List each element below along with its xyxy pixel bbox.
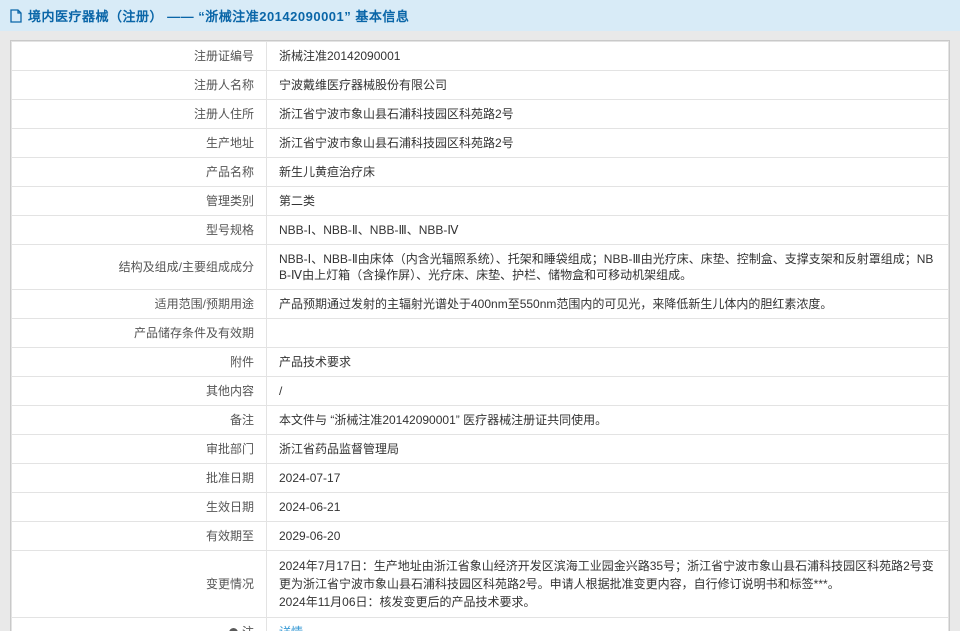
table-row: 变更情况 2024年7月17日：生产地址由浙江省象山经济开发区滨海工业园金兴路3… (11, 550, 949, 618)
row-value: 浙江省宁波市象山县石浦科技园区科苑路2号 (266, 128, 949, 158)
row-value: 详情 (266, 617, 949, 631)
row-label: 结构及组成/主要组成成分 (11, 244, 267, 290)
row-value: 宁波戴维医疗器械股份有限公司 (266, 70, 949, 100)
row-label: 变更情况 (11, 550, 267, 618)
row-label: 适用范围/预期用途 (11, 289, 267, 319)
table-row: 备注 本文件与 “浙械注准20142090001” 医疗器械注册证共同使用。 (11, 405, 949, 435)
table-row: 结构及组成/主要组成成分 NBB-Ⅰ、NBB-Ⅱ由床体（内含光辐照系统）、托架和… (11, 244, 949, 290)
row-label-text: 注 (242, 625, 254, 631)
row-label: 批准日期 (11, 463, 267, 493)
document-icon (10, 8, 22, 23)
row-value: NBB-Ⅰ、NBB-Ⅱ由床体（内含光辐照系统）、托架和睡袋组成；NBB-Ⅲ由光疗… (266, 244, 949, 290)
row-value: 2024年7月17日：生产地址由浙江省象山经济开发区滨海工业园金兴路35号；浙江… (266, 550, 949, 618)
row-label: 备注 (11, 405, 267, 435)
row-label: 生产地址 (11, 128, 267, 158)
table-row: 批准日期 2024-07-17 (11, 463, 949, 493)
row-label: 有效期至 (11, 521, 267, 551)
row-value: 2029-06-20 (266, 521, 949, 551)
row-value: 产品技术要求 (266, 347, 949, 377)
table-row: 管理类别 第二类 (11, 186, 949, 216)
detail-link[interactable]: 详情 (279, 625, 303, 631)
row-value: 浙械注准20142090001 (266, 41, 949, 71)
row-label: 注册人名称 (11, 70, 267, 100)
table-row: 其他内容 / (11, 376, 949, 406)
table-row: 注册证编号 浙械注准20142090001 (11, 41, 949, 71)
page-title: 境内医疗器械（注册） —— “浙械注准20142090001” 基本信息 (28, 9, 410, 24)
change-record-line: 2024年7月17日：生产地址由浙江省象山经济开发区滨海工业园金兴路35号；浙江… (279, 559, 934, 591)
row-label: 产品储存条件及有效期 (11, 318, 267, 348)
info-table: 注册证编号 浙械注准20142090001 注册人名称 宁波戴维医疗器械股份有限… (11, 41, 949, 631)
row-label: 注册人住所 (11, 99, 267, 129)
row-label: 其他内容 (11, 376, 267, 406)
change-record-line: 2024年11月06日：核发变更后的产品技术要求。 (279, 595, 536, 609)
table-row: 注册人住所 浙江省宁波市象山县石浦科技园区科苑路2号 (11, 99, 949, 129)
row-value: 第二类 (266, 186, 949, 216)
row-value: / (266, 376, 949, 406)
row-value: 2024-06-21 (266, 492, 949, 522)
row-label: 生效日期 (11, 492, 267, 522)
table-row: 有效期至 2029-06-20 (11, 521, 949, 551)
row-value: 新生儿黄疸治疗床 (266, 157, 949, 187)
table-row: 产品储存条件及有效期 (11, 318, 949, 348)
row-value (266, 318, 949, 348)
table-row: 适用范围/预期用途 产品预期通过发射的主辐射光谱处于400nm至550nm范围内… (11, 289, 949, 319)
row-label: 产品名称 (11, 157, 267, 187)
table-row: 注 详情 (11, 617, 949, 631)
row-label: 注 (11, 617, 267, 631)
row-label: 型号规格 (11, 215, 267, 245)
table-row: 产品名称 新生儿黄疸治疗床 (11, 157, 949, 187)
row-value: 产品预期通过发射的主辐射光谱处于400nm至550nm范围内的可见光，来降低新生… (266, 289, 949, 319)
table-row: 审批部门 浙江省药品监督管理局 (11, 434, 949, 464)
row-label: 管理类别 (11, 186, 267, 216)
row-value: 2024-07-17 (266, 463, 949, 493)
page-header: 境内医疗器械（注册） —— “浙械注准20142090001” 基本信息 (0, 0, 960, 31)
row-label: 注册证编号 (11, 41, 267, 71)
table-row: 型号规格 NBB-Ⅰ、NBB-Ⅱ、NBB-Ⅲ、NBB-Ⅳ (11, 215, 949, 245)
row-value: 浙江省宁波市象山县石浦科技园区科苑路2号 (266, 99, 949, 129)
table-row: 附件 产品技术要求 (11, 347, 949, 377)
row-value: NBB-Ⅰ、NBB-Ⅱ、NBB-Ⅲ、NBB-Ⅳ (266, 215, 949, 245)
table-row: 生效日期 2024-06-21 (11, 492, 949, 522)
row-value: 本文件与 “浙械注准20142090001” 医疗器械注册证共同使用。 (266, 405, 949, 435)
table-row: 生产地址 浙江省宁波市象山县石浦科技园区科苑路2号 (11, 128, 949, 158)
row-label: 审批部门 (11, 434, 267, 464)
row-value: 浙江省药品监督管理局 (266, 434, 949, 464)
row-label: 附件 (11, 347, 267, 377)
info-table-container: 注册证编号 浙械注准20142090001 注册人名称 宁波戴维医疗器械股份有限… (10, 40, 950, 631)
table-row: 注册人名称 宁波戴维医疗器械股份有限公司 (11, 70, 949, 100)
